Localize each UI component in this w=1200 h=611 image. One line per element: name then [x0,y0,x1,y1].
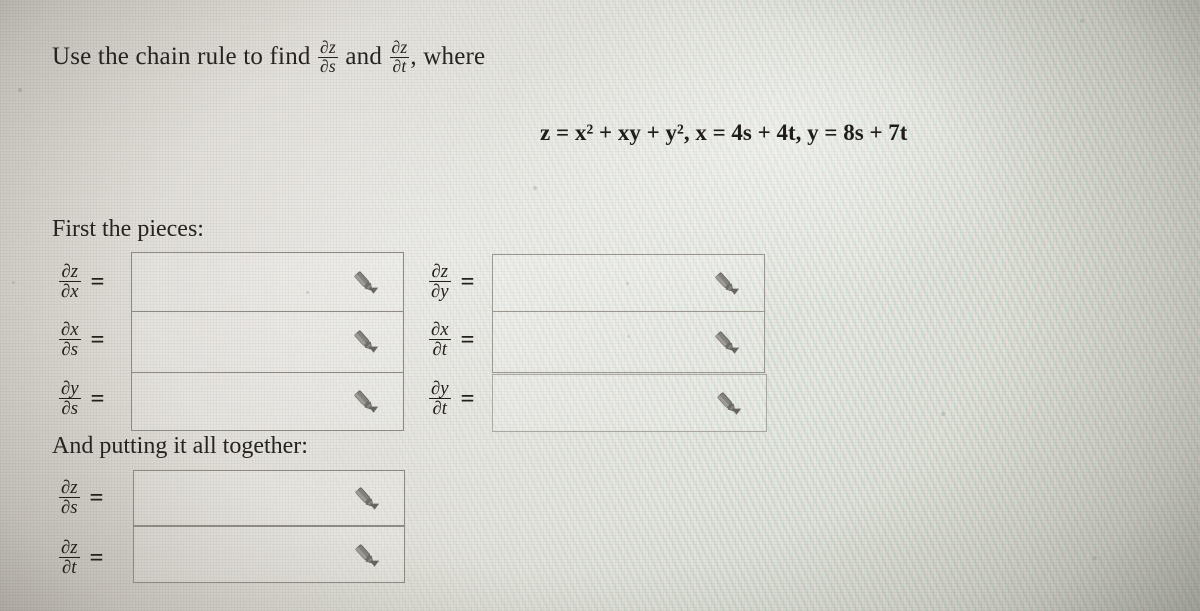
fraction-dy-dt: ∂y ∂t [429,379,451,418]
pencil-icon[interactable] [714,388,744,418]
denominator: ∂s [59,398,81,418]
equals-sign: = [460,384,475,412]
row-label-dz-dx: ∂z ∂x = [58,262,105,301]
row-label-dy-ds: ∂y ∂s = [58,379,105,418]
answer-input-dz-dy[interactable] [492,254,765,312]
section-label-first-the-pieces: First the pieces: [52,216,204,242]
row-label-total-dz-ds: ∂z ∂s = [58,478,104,517]
equals-sign: = [460,267,475,295]
answer-input-dy-ds[interactable] [131,372,404,431]
fraction-dy-ds: ∂y ∂s [59,379,81,418]
section-label-putting-together: And putting it all together: [52,433,308,459]
fraction-dz-dx: ∂z ∂x [59,262,81,301]
numerator: ∂y [61,378,79,399]
equals-sign: = [460,325,475,353]
prompt-fraction-1-denominator: ∂s [318,55,338,76]
denominator: ∂x [59,281,81,303]
prompt-fraction-2-denominator: ∂t [389,56,410,76]
numerator: ∂y [431,378,449,399]
problem-prompt: Use the chain rule to find ∂z ∂s and ∂z … [52,37,486,77]
problem-equation: z = x² + xy + y², x = 4s + 4t, y = 8s + … [540,120,908,145]
pencil-icon[interactable] [351,386,381,416]
numerator: ∂z [61,261,79,282]
numerator: ∂z [431,261,449,282]
equals-sign: = [90,384,105,412]
prompt-text-middle: and [345,43,383,71]
denominator: ∂s [59,497,80,519]
prompt-fraction-1-numerator: ∂z [320,37,336,57]
prompt-fraction-dz-ds: ∂z ∂s [318,37,338,76]
prompt-text-before: Use the chain rule to find [52,43,311,71]
prompt-text-after: , where [410,43,486,71]
answer-input-dz-dx[interactable] [131,252,404,312]
denominator: ∂t [429,339,451,359]
dust-speck [1080,19,1084,23]
prompt-fraction-dz-dt: ∂z ∂t [389,37,410,76]
dust-speck [533,186,537,190]
equals-sign: = [90,325,105,353]
equals-sign: = [89,543,104,571]
fraction-total-dz-dt: ∂z ∂t [59,538,80,577]
answer-input-dy-dt[interactable] [492,374,767,432]
pencil-icon[interactable] [351,267,381,297]
answer-input-dx-dt[interactable] [492,311,765,373]
pencil-icon[interactable] [712,268,742,298]
numerator: ∂z [61,537,78,558]
numerator: ∂x [431,319,449,340]
fraction-dz-dy: ∂z ∂y [429,262,451,301]
numerator: ∂x [61,319,79,340]
fraction-dx-ds: ∂x ∂s [59,320,81,359]
equals-sign: = [89,483,104,511]
pencil-icon[interactable] [351,326,381,356]
row-label-dx-ds: ∂x ∂s = [58,320,105,359]
dust-speck [18,88,22,92]
numerator: ∂z [61,477,78,498]
fraction-total-dz-ds: ∂z ∂s [59,478,80,517]
homework-problem-page: Use the chain rule to find ∂z ∂s and ∂z … [0,0,1200,611]
denominator: ∂s [59,339,81,359]
dust-speck [1093,556,1097,560]
pencil-icon[interactable] [352,483,382,513]
prompt-fraction-2-numerator: ∂z [391,37,408,57]
dust-speck [12,281,15,284]
denominator: ∂t [429,398,451,418]
answer-input-dx-ds[interactable] [131,311,404,373]
row-label-dz-dy: ∂z ∂y = [428,262,475,301]
denominator: ∂t [59,557,80,577]
dust-speck [941,412,945,416]
pencil-icon[interactable] [712,327,742,357]
pencil-icon[interactable] [352,540,382,570]
row-label-dx-dt: ∂x ∂t = [428,320,475,359]
denominator: ∂y [429,281,451,303]
row-label-total-dz-dt: ∂z ∂t = [58,538,104,577]
equals-sign: = [90,267,105,295]
row-label-dy-dt: ∂y ∂t = [428,379,475,418]
answer-input-total-dz-ds[interactable] [133,470,405,526]
fraction-dx-dt: ∂x ∂t [429,320,451,359]
answer-input-total-dz-dt[interactable] [133,526,405,583]
